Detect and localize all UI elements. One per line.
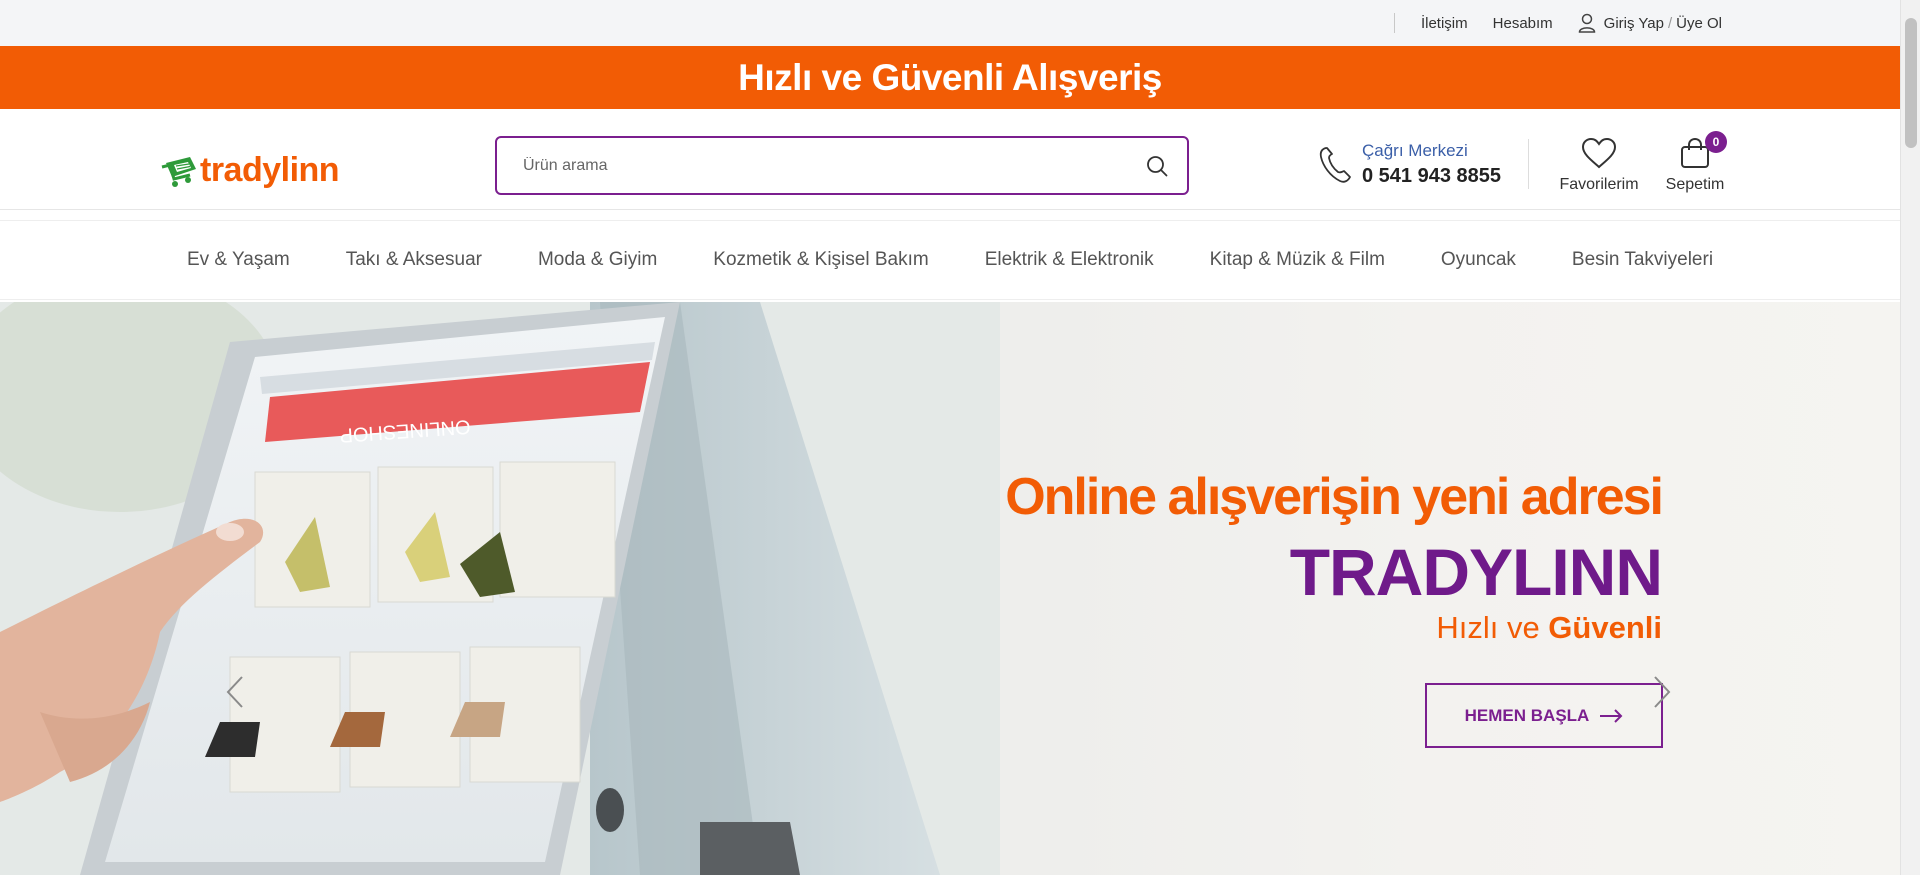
call-center[interactable]: Çağrı Merkezi 0 541 943 8855 — [1318, 141, 1501, 188]
nav-item-taki-aksesuar[interactable]: Takı & Aksesuar — [346, 249, 482, 271]
login-link[interactable]: Giriş Yap — [1604, 15, 1664, 32]
nav-item-besin-takviyeleri[interactable]: Besin Takviyeleri — [1572, 249, 1713, 271]
search-button[interactable] — [1127, 138, 1187, 193]
nav-item-ev-yasam[interactable]: Ev & Yaşam — [187, 249, 290, 271]
arrow-right-icon — [1600, 708, 1623, 723]
search-input[interactable] — [497, 138, 1127, 193]
site-logo[interactable]: tradylinn — [160, 151, 340, 190]
call-center-phone: 0 541 943 8855 — [1362, 165, 1502, 187]
nav-item-kitap-muzik-film[interactable]: Kitap & Müzik & Film — [1210, 249, 1385, 271]
contact-link[interactable]: İletişim — [1421, 15, 1468, 32]
search-icon — [1147, 155, 1168, 176]
top-divider — [1393, 13, 1395, 33]
nav-item-kozmetik[interactable]: Kozmetik & Kişisel Bakım — [713, 249, 928, 271]
favorites-button[interactable]: Favorilerim — [1555, 137, 1643, 194]
heart-icon — [1581, 137, 1617, 169]
scrollbar-thumb[interactable] — [1905, 18, 1917, 148]
logo-text: tradylinn — [200, 151, 340, 189]
page-scrollbar[interactable] — [1900, 0, 1920, 875]
cart-count-badge: 0 — [1705, 131, 1727, 153]
register-link[interactable]: Üye Ol — [1676, 15, 1722, 32]
site-header: tradylinn Çağrı Merkezi 0 541 943 8855 F… — [0, 109, 1900, 209]
top-links: İletişim Hesabım Giriş Yap / Üye Ol — [1393, 0, 1722, 46]
hero-headline: Online alışverişin yeni adresi — [1005, 468, 1664, 526]
header-underline — [0, 209, 1900, 210]
hero-tagline: Hızlı ve Güvenli — [1436, 610, 1662, 646]
promo-banner: Hızlı ve Güvenli Alışveriş — [0, 46, 1900, 109]
category-nav: Ev & Yaşam Takı & Aksesuar Moda & Giyim … — [0, 220, 1900, 300]
hero-tagline-part1: Hızlı ve — [1436, 610, 1549, 645]
user-icon — [1578, 13, 1595, 33]
account-link[interactable]: Hesabım — [1493, 15, 1553, 32]
cart-logo-icon — [161, 156, 196, 187]
login-register: Giriş Yap / Üye Ol — [1578, 13, 1722, 33]
nav-item-moda-giyim[interactable]: Moda & Giyim — [538, 249, 657, 271]
cart-button[interactable]: 0 Sepetim — [1658, 131, 1732, 194]
chevron-right-icon[interactable] — [1652, 675, 1672, 709]
search-box — [495, 136, 1189, 195]
chevron-left-icon[interactable] — [225, 675, 245, 709]
hero-tablet-image: ONLINESHOP — [0, 302, 1000, 875]
hero-tagline-part2: Güvenli — [1548, 610, 1662, 645]
nav-item-oyuncak[interactable]: Oyuncak — [1441, 249, 1516, 271]
start-now-label: HEMEN BAŞLA — [1464, 705, 1590, 725]
cart-label: Sepetim — [1665, 176, 1725, 193]
header-divider — [1528, 139, 1529, 189]
top-utility-bar: İletişim Hesabım Giriş Yap / Üye Ol — [0, 0, 1900, 46]
hero-slider: ONLINESHOP Online alışverişin yeni adres… — [0, 302, 1900, 875]
hero-brand: TRADYLINN — [1289, 535, 1663, 609]
favorites-label: Favorilerim — [1559, 176, 1639, 193]
login-divider: / — [1667, 14, 1673, 32]
call-center-label: Çağrı Merkezi — [1362, 141, 1468, 160]
start-now-button[interactable]: HEMEN BAŞLA — [1425, 683, 1663, 748]
nav-item-elektronik[interactable]: Elektrik & Elektronik — [985, 249, 1154, 271]
phone-icon — [1319, 146, 1351, 183]
